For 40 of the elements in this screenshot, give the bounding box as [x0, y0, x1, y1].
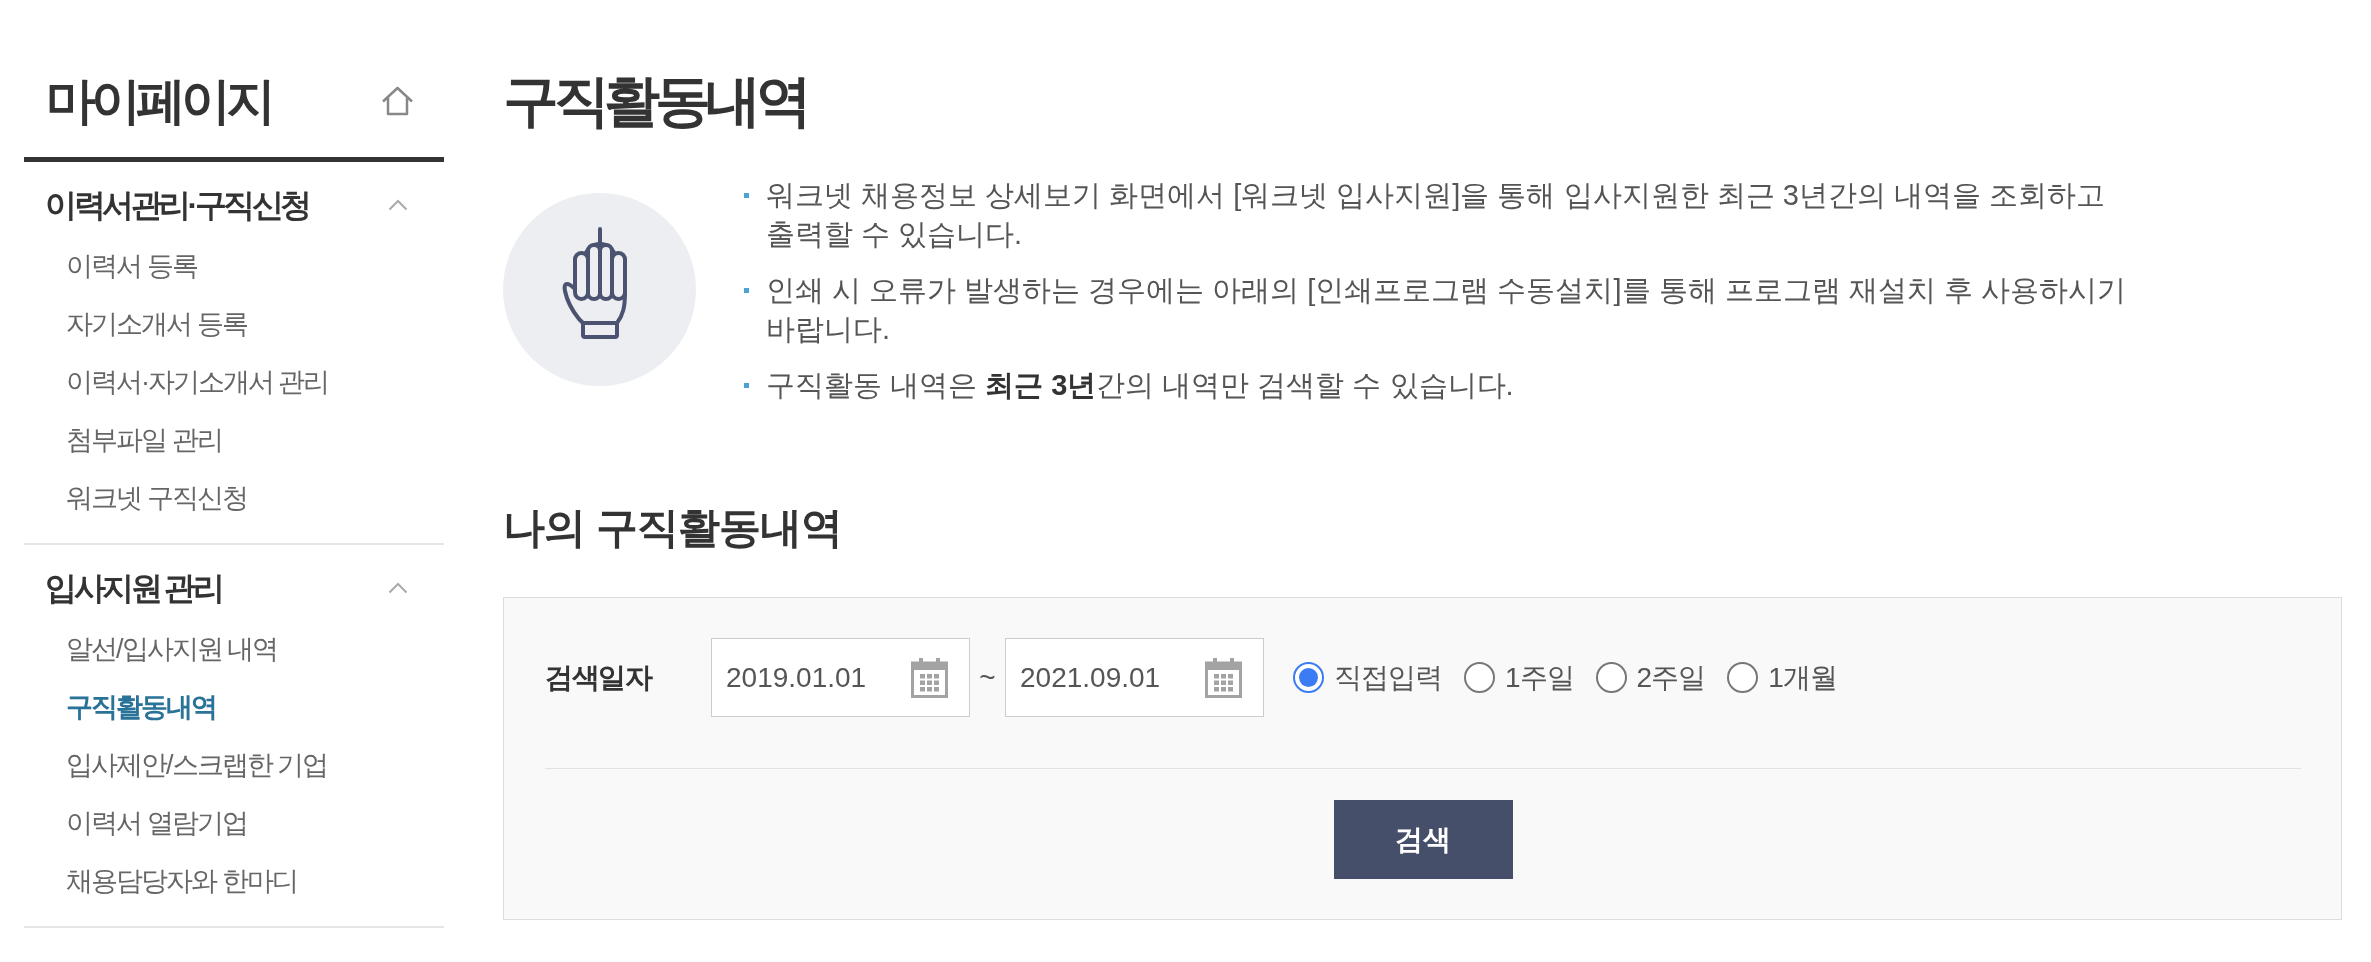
radio-label[interactable]: 2주일 — [1636, 658, 1706, 697]
bullet-icon — [744, 288, 749, 293]
date-separator: ~ — [978, 661, 997, 694]
section-title: 나의 구직활동내역 — [503, 508, 843, 548]
home-icon[interactable] — [381, 86, 414, 116]
date-field[interactable]: 2021.09.01 — [1005, 638, 1264, 717]
sidebar-title: 마이페이지 — [46, 73, 271, 129]
sidebar-item[interactable]: 알선/입사지원 내역 — [66, 620, 277, 678]
bullet-icon — [744, 193, 749, 198]
calendar-icon[interactable] — [911, 657, 948, 698]
note-text: 인쇄 시 오류가 발생하는 경우에는 아래의 [인쇄프로그램 수동설치]를 통해 프로그램 재설치 후 사용하시기 바랍니다. — [766, 273, 2127, 347]
note-text: 워크넷 채용정보 상세보기 화면에서 [워크넷 입사지원]을 통해 입사지원한 최근 3년간의 내역을 조회하고 출력할 수 있습니다. — [766, 178, 2106, 252]
sidebar-section-title[interactable]: 이력서관리·구직신청 — [45, 186, 309, 224]
radio-label[interactable]: 1개월 — [1768, 658, 1837, 697]
sidebar-item[interactable]: 이력서·자기소개서 관리 — [66, 353, 329, 411]
sidebar-item[interactable]: 입사제안/스크랩한 기업 — [66, 736, 327, 794]
page-title: 구직활동내역 — [503, 73, 807, 129]
date-field[interactable]: 2019.01.01 — [711, 638, 970, 717]
sidebar-item[interactable]: 워크넷 구직신청 — [66, 469, 247, 527]
note-text: 구직활동 내역은 최근 3년간의 내역만 검색할 수 있습니다. — [766, 368, 1515, 403]
hand-icon — [503, 193, 696, 386]
sidebar-item[interactable]: 이력서 열람기업 — [66, 794, 247, 852]
search-button[interactable]: 검색 — [1333, 800, 1513, 879]
date-label: 검색일자 — [545, 660, 653, 695]
sidebar-item[interactable]: 채용담당자와 한마디 — [66, 852, 297, 910]
radio-label[interactable]: 1주일 — [1505, 658, 1574, 697]
sidebar-item[interactable]: 이력서 등록 — [66, 237, 197, 295]
radio-button[interactable] — [1293, 662, 1324, 693]
bullet-icon — [744, 383, 749, 388]
radio-button[interactable] — [1464, 662, 1495, 693]
radio-button[interactable] — [1727, 662, 1759, 693]
radio-button[interactable] — [1595, 662, 1627, 693]
sidebar-section-title[interactable]: 입사지원 관리 — [45, 569, 222, 607]
calendar-icon[interactable] — [1205, 657, 1242, 698]
radio-label[interactable]: 직접입력 — [1334, 658, 1442, 697]
chevron-icon[interactable] — [388, 582, 408, 594]
sidebar-item[interactable]: 자기소개서 등록 — [66, 295, 247, 353]
sidebar-item[interactable]: 첨부파일 관리 — [66, 411, 222, 469]
chevron-icon[interactable] — [388, 199, 408, 211]
sidebar-item[interactable]: 구직활동내역 — [66, 678, 216, 736]
